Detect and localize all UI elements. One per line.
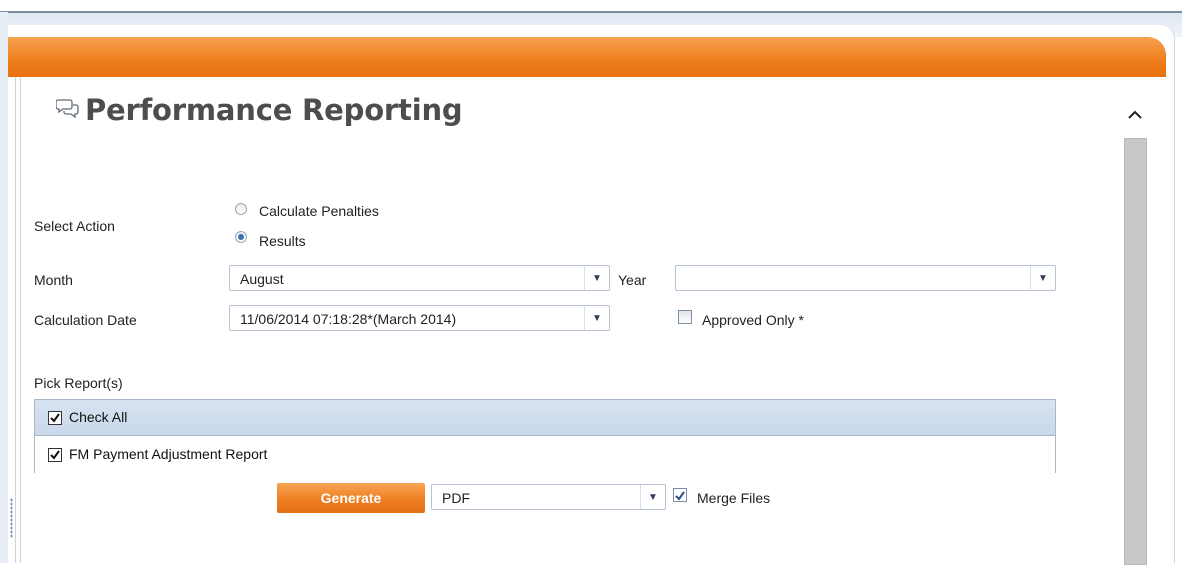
speech-bubbles-icon [56,99,79,119]
page-title: Performance Reporting [85,93,463,127]
radio-results-label[interactable]: Results [259,233,306,249]
report-checkbox[interactable] [48,448,62,462]
check-all-checkbox[interactable] [48,411,62,425]
check-all-row[interactable]: Check All [35,400,1055,436]
merge-files-checkbox[interactable] [673,488,687,502]
format-select-value: PDF [442,490,470,506]
checkmark-icon [50,450,60,460]
checkmark-icon [675,491,685,501]
month-label: Month [34,272,73,288]
list-item[interactable]: FM Payment Adjustment Report [35,437,1055,473]
month-select[interactable]: August ▼ [229,265,610,291]
header-bar [8,37,1166,77]
calculation-date-value: 11/06/2014 07:18:28*(March 2014) [240,311,457,327]
check-all-label[interactable]: Check All [69,409,127,425]
calculation-date-select[interactable]: 11/06/2014 07:18:28*(March 2014) ▼ [229,305,610,331]
month-select-value: August [240,271,284,287]
approved-only-checkbox[interactable] [678,310,692,324]
dropdown-arrow-icon[interactable]: ▼ [640,485,665,509]
dropdown-arrow-icon[interactable]: ▼ [584,266,609,290]
approved-only-label[interactable]: Approved Only * [702,312,804,328]
select-action-label: Select Action [34,218,115,234]
merge-files-label[interactable]: Merge Files [697,490,770,506]
resize-grip[interactable] [10,498,13,538]
window-top-border [0,11,1182,13]
radio-calculate-penalties-label[interactable]: Calculate Penalties [259,203,379,219]
scroll-thumb[interactable] [1124,138,1147,565]
report-list: Check All FM Payment Adjustment Report [34,399,1056,473]
format-select[interactable]: PDF ▼ [431,484,666,510]
scroll-up-button[interactable] [1123,96,1147,134]
left-rail-divider [15,77,16,563]
radio-calculate-penalties[interactable] [235,203,247,215]
year-label: Year [618,272,647,288]
dropdown-arrow-icon[interactable]: ▼ [584,306,609,330]
report-label[interactable]: FM Payment Adjustment Report [69,446,267,462]
checkmark-icon [50,413,60,423]
pick-reports-label: Pick Report(s) [34,375,123,391]
generate-button[interactable]: Generate [277,483,425,513]
dropdown-arrow-icon[interactable]: ▼ [1030,266,1055,290]
radio-results[interactable] [235,231,247,243]
year-select[interactable]: ▼ [675,265,1056,291]
window-left-frame [0,12,8,563]
vertical-scrollbar[interactable] [1123,96,1147,565]
chevron-up-icon [1128,110,1142,119]
calculation-date-label: Calculation Date [34,312,137,328]
